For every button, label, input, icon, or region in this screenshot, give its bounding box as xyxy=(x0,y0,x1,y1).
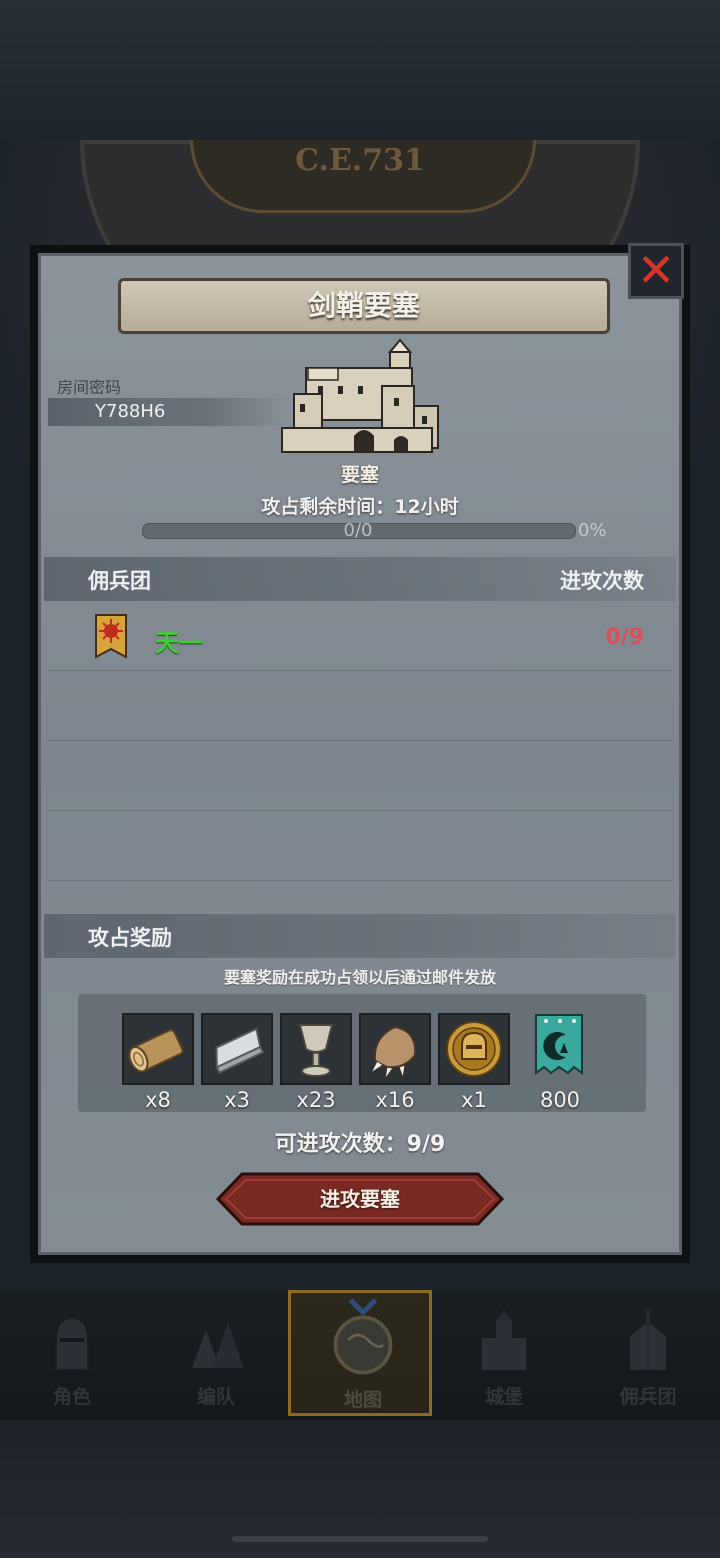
reward-mail-note: 要塞奖励在成功占领以后通过邮件发放 xyxy=(223,968,496,987)
goblet-icon[interactable] xyxy=(280,1013,352,1085)
formation-icon xyxy=(192,1322,244,1368)
nav-tab-mercenary[interactable]: 佣兵团 xyxy=(576,1290,720,1416)
dialog-title: 剑鞘要塞 xyxy=(118,278,610,334)
nav-label: 地图 xyxy=(343,1389,382,1411)
nav-label: 编队 xyxy=(196,1386,235,1408)
castle-icon xyxy=(281,338,439,453)
mercenary-icon xyxy=(630,1310,666,1370)
castle-tower-icon xyxy=(482,1310,526,1370)
mercenary-name: 天一 xyxy=(155,629,203,657)
capture-time-remaining: 攻占剩余时间：12小时 xyxy=(261,496,459,518)
nav-tab-castle[interactable]: 城堡 xyxy=(432,1290,576,1416)
knight-helmet-icon xyxy=(55,1316,89,1371)
attacks-available: 可进攻次数：9/9 xyxy=(274,1132,446,1157)
knight-medal-icon[interactable] xyxy=(438,1013,510,1085)
close-icon[interactable]: ✕ xyxy=(628,243,684,299)
beast-claw-icon[interactable] xyxy=(359,1013,431,1085)
guild-banner-icon[interactable] xyxy=(524,1013,596,1085)
room-password-value[interactable]: Y788H6 xyxy=(95,401,165,422)
capture-progress-text: 0/0 xyxy=(343,520,373,541)
mercenary-attack-count: 0/9 xyxy=(605,625,644,650)
reward-qty: x3 xyxy=(224,1088,250,1112)
room-code-bar xyxy=(48,398,288,426)
reward-qty: x16 xyxy=(375,1088,415,1112)
iron-ingot-icon[interactable] xyxy=(201,1013,273,1085)
era-label: C.E.731 xyxy=(295,143,425,178)
reward-qty: x1 xyxy=(461,1088,487,1112)
attack-fortress-button[interactable]: 进攻要塞 xyxy=(216,1172,504,1226)
mercenary-column-header: 佣兵团 xyxy=(88,569,151,593)
row-divider xyxy=(48,880,672,881)
fortress-label: 要塞 xyxy=(340,464,379,486)
row-divider xyxy=(48,810,672,811)
home-indicator[interactable] xyxy=(232,1536,488,1542)
nav-tab-formation[interactable]: 编队 xyxy=(144,1290,288,1416)
nav-label: 城堡 xyxy=(484,1386,523,1408)
nav-tab-map[interactable]: 地图 xyxy=(288,1290,432,1416)
capture-progress-percent: 0% xyxy=(578,520,607,541)
sun-banner-icon xyxy=(95,614,127,659)
row-divider xyxy=(48,740,672,741)
map-globe-icon xyxy=(333,1298,393,1375)
status-bar xyxy=(0,0,720,140)
row-divider xyxy=(48,670,672,671)
nav-label: 角色 xyxy=(52,1386,91,1408)
reward-qty: x8 xyxy=(145,1088,171,1112)
reward-section-title: 攻占奖励 xyxy=(88,926,172,950)
room-password-label: 房间密码 xyxy=(57,378,122,397)
reward-qty: 800 xyxy=(539,1088,581,1112)
reward-qty: x23 xyxy=(296,1088,336,1112)
nav-tab-character[interactable]: 角色 xyxy=(0,1290,144,1416)
nav-label: 佣兵团 xyxy=(619,1386,677,1408)
wood-log-icon[interactable] xyxy=(122,1013,194,1085)
attack-count-column-header: 进攻次数 xyxy=(560,569,644,593)
